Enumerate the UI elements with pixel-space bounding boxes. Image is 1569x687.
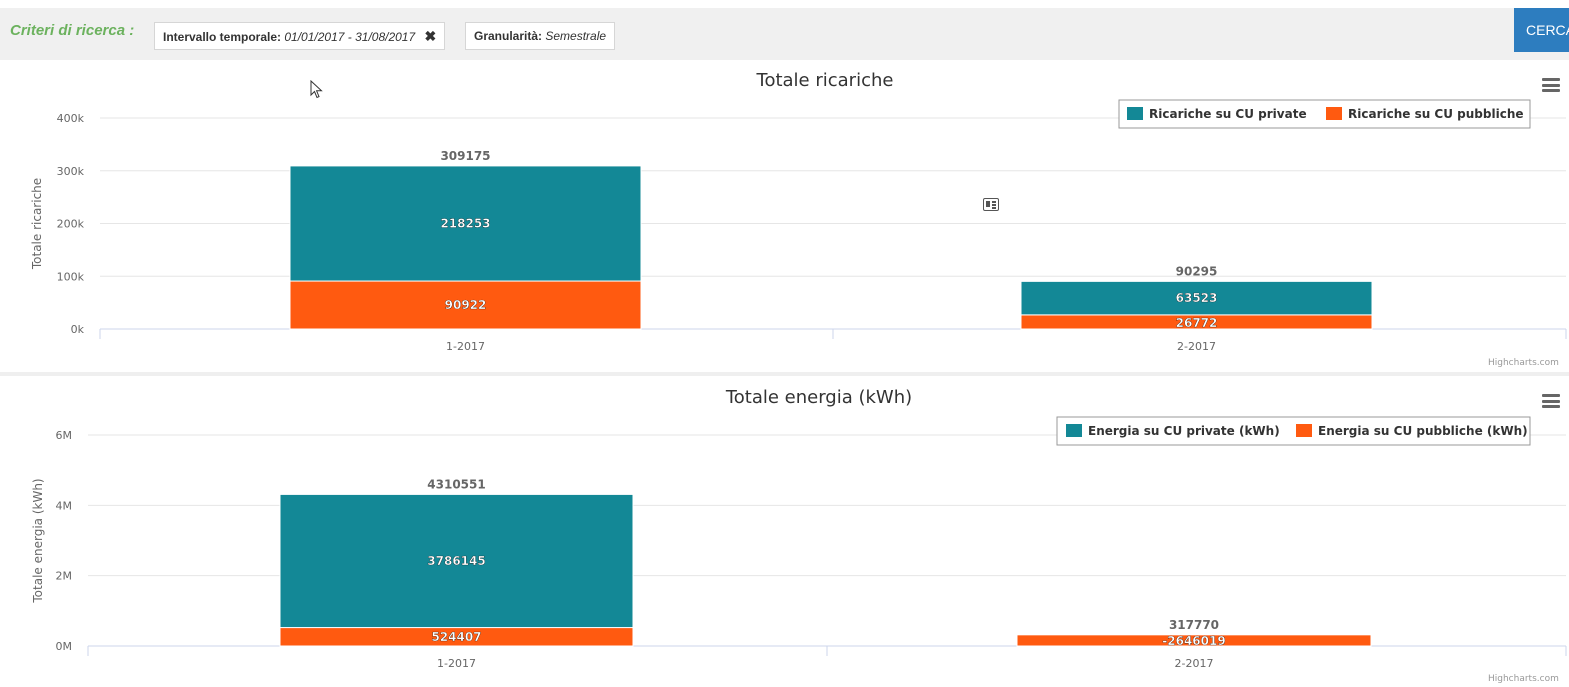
total-energy-chart-svg: Totale energia (kWh) 0M 2M 4M 6M Totale energ… [31,387,1567,670]
time-range-filter-chip[interactable]: Intervallo temporale: 01/01/2017 - 31/08… [154,22,446,50]
legend-swatch [1326,107,1342,120]
y-tick-label: 2M [56,570,73,583]
time-range-label: Intervallo temporale: [163,30,282,44]
chart-title: Totale energia (kWh) [725,387,912,408]
search-criteria-bar: Criteri di ricerca : Intervallo temporal… [0,8,1569,60]
x-tick-label: 1-2017 [437,657,476,670]
y-tick-label: 0M [56,640,73,653]
chart-menu-icon[interactable] [1542,394,1560,408]
stack-total-label: 4310551 [427,477,485,491]
y-axis-label: Totale energia (kWh) [31,478,45,603]
card-icon [983,198,999,211]
total-charges-chart-svg: Totale ricariche 0k 100k 200k 300k 400k Totale… [30,70,1567,353]
total-energy-chart: Totale energia (kWh) 0M 2M 4M 6M Totale energ… [0,376,1569,687]
x-tick-label: 2-2017 [1177,340,1216,353]
credits-link[interactable]: Highcharts.com [1488,358,1559,368]
data-label-private: 63523 [1176,291,1218,305]
legend-item-label: Ricariche su CU pubbliche [1348,107,1524,121]
x-tick-label: 2-2017 [1175,657,1214,670]
search-button[interactable]: CERCA [1514,8,1569,52]
legend-swatch [1127,107,1143,120]
y-tick-label: 4M [56,499,73,512]
chart-menu-icon[interactable] [1542,78,1560,92]
granularity-value: Semestrale [545,29,607,43]
y-axis-label: Totale ricariche [30,178,44,270]
y-tick-label: 300k [57,165,85,178]
legend-swatch [1296,424,1312,437]
data-label-private: -2646019 [1162,634,1225,648]
y-tick-label: 0k [71,323,85,336]
legend-item-label: Energia su CU private (kWh) [1088,424,1280,438]
y-tick-label: 6M [56,429,73,442]
data-label-private: 218253 [440,216,490,230]
granularity-filter-chip[interactable]: Granularità: Semestrale [465,22,616,50]
total-charges-chart: Totale ricariche 0k 100k 200k 300k 400k Totale… [0,60,1569,372]
stack-total-label: 90295 [1176,264,1218,278]
credits-link[interactable]: Highcharts.com [1488,674,1559,684]
stack-total-label: 309175 [440,149,490,163]
time-range-value: 01/01/2017 - 31/08/2017 [284,30,416,44]
mouse-cursor-icon [310,80,323,99]
remove-filter-icon[interactable]: ✖ [425,28,437,44]
y-tick-label: 400k [57,112,85,125]
legend-item-label: Ricariche su CU private [1149,107,1307,121]
y-tick-label: 100k [57,270,85,283]
chart-title: Totale ricariche [756,70,894,91]
data-label-public: 524407 [431,630,481,644]
stack-total-label: 317770 [1169,618,1219,632]
legend-swatch [1066,424,1082,437]
legend-item-label: Energia su CU pubbliche (kWh) [1318,424,1528,438]
data-label-public: 90922 [445,298,487,312]
search-criteria-label: Criteri di ricerca : [10,22,135,39]
data-label-private: 3786145 [427,554,485,568]
x-tick-label: 1-2017 [446,340,485,353]
y-tick-label: 200k [57,218,85,231]
data-label-public: 26772 [1176,316,1218,330]
granularity-label: Granularità: [474,29,543,43]
